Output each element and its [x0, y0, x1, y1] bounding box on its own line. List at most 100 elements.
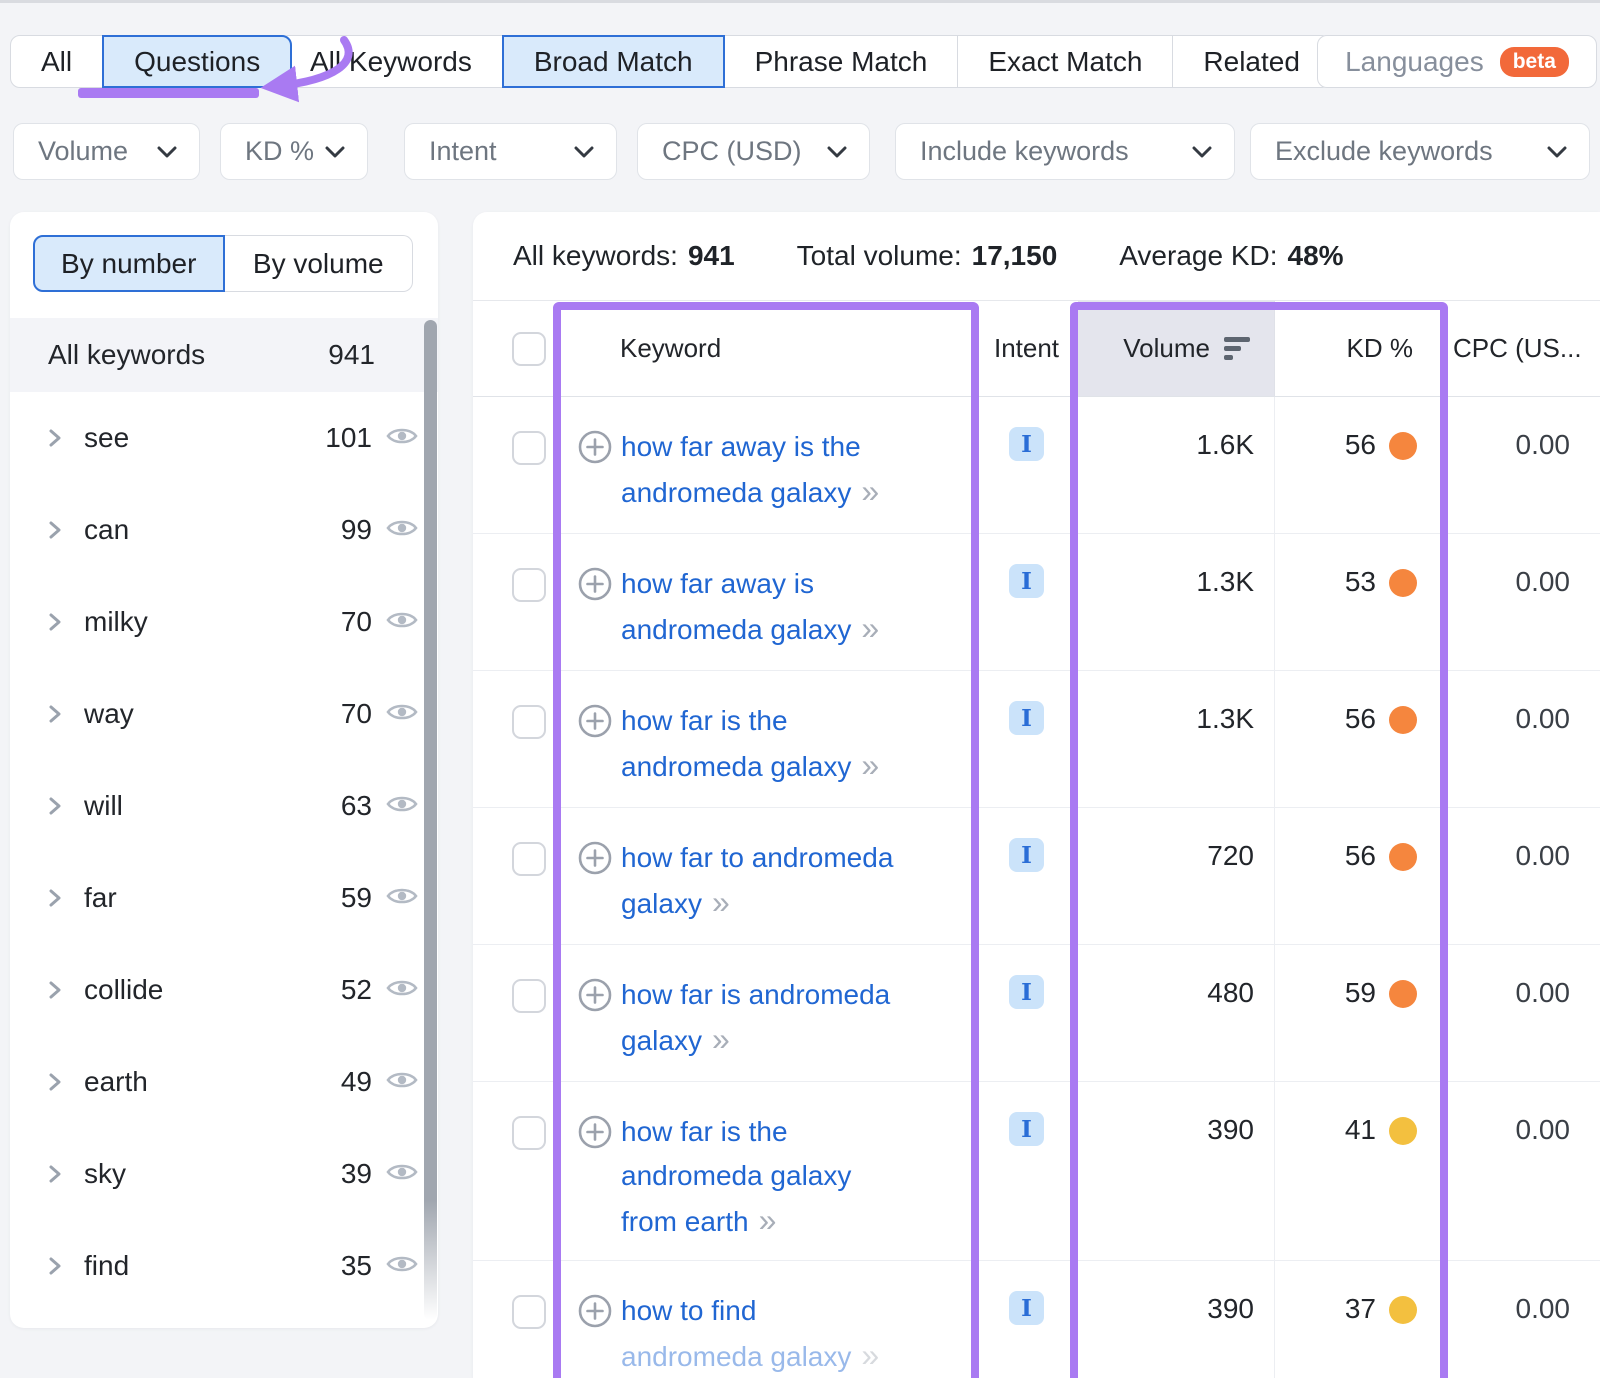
cpc-column-header[interactable]: CPC (US...	[1443, 301, 1600, 396]
filter-include-keywords[interactable]: Include keywords	[895, 123, 1235, 180]
keyword-text-line[interactable]: how far to andromeda	[621, 836, 893, 880]
expand-chevron-icon[interactable]	[48, 796, 62, 816]
expand-chevron-icon[interactable]	[48, 980, 62, 1000]
keyword-group-item-milky[interactable]: milky 70	[10, 576, 438, 668]
row-checkbox[interactable]	[512, 1116, 546, 1150]
languages-button[interactable]: Languages beta	[1317, 35, 1597, 88]
keyword-text-line[interactable]: galaxy»	[621, 880, 893, 926]
row-checkbox[interactable]	[512, 979, 546, 1013]
add-keyword-icon[interactable]	[578, 430, 612, 469]
keyword-group-item-collide[interactable]: collide 52	[10, 944, 438, 1036]
keyword-expand-icon[interactable]: »	[712, 884, 727, 920]
eye-icon[interactable]	[386, 792, 418, 821]
filter-volume[interactable]: Volume	[13, 123, 200, 180]
tab-all[interactable]: All	[10, 35, 103, 88]
select-all-checkbox[interactable]	[512, 332, 546, 366]
group-count: 59	[341, 882, 372, 914]
eye-icon[interactable]	[386, 1252, 418, 1281]
add-keyword-icon[interactable]	[578, 1115, 612, 1154]
keyword-expand-icon[interactable]: »	[759, 1202, 774, 1238]
keyword-link[interactable]: how far is andromedagalaxy»	[621, 973, 890, 1063]
add-keyword-icon[interactable]	[578, 1294, 612, 1333]
row-checkbox[interactable]	[512, 431, 546, 465]
keyword-text-line[interactable]: how far is andromeda	[621, 973, 890, 1017]
filter-kd[interactable]: KD %	[220, 123, 368, 180]
keyword-text-line[interactable]: andromeda galaxy»	[621, 469, 876, 515]
sidebar-scrollbar[interactable]	[424, 320, 437, 1320]
add-keyword-icon[interactable]	[578, 978, 612, 1017]
expand-chevron-icon[interactable]	[48, 888, 62, 908]
kd-column-header[interactable]: KD %	[1275, 301, 1443, 396]
filter-cpc-usd[interactable]: CPC (USD)	[637, 123, 870, 180]
keyword-text-line[interactable]: how far is the	[621, 1110, 851, 1154]
expand-chevron-icon[interactable]	[48, 520, 62, 540]
keyword-group-item-way[interactable]: way 70	[10, 668, 438, 760]
keyword-expand-icon[interactable]: »	[861, 610, 876, 646]
keyword-text-line[interactable]: how far is the	[621, 699, 876, 743]
keyword-expand-icon[interactable]: »	[861, 473, 876, 509]
row-checkbox[interactable]	[512, 842, 546, 876]
tab-phrase-match[interactable]: Phrase Match	[724, 35, 959, 88]
keyword-link[interactable]: how far away isandromeda galaxy»	[621, 562, 876, 652]
add-keyword-icon[interactable]	[578, 567, 612, 606]
row-checkbox[interactable]	[512, 1295, 546, 1329]
keyword-link[interactable]: how far away is theandromeda galaxy»	[621, 425, 876, 515]
group-count: 70	[341, 698, 372, 730]
row-checkbox[interactable]	[512, 705, 546, 739]
add-keyword-icon[interactable]	[578, 841, 612, 880]
expand-chevron-icon[interactable]	[48, 428, 62, 448]
filter-exclude-keywords[interactable]: Exclude keywords	[1250, 123, 1590, 180]
keyword-link[interactable]: how far is theandromeda galaxy»	[621, 699, 876, 789]
keyword-group-item-will[interactable]: will 63	[10, 760, 438, 852]
keyword-text-line[interactable]: how far away is the	[621, 425, 876, 469]
keyword-text-line[interactable]: andromeda galaxy»	[621, 743, 876, 789]
eye-icon[interactable]	[386, 700, 418, 729]
tab-related[interactable]: Related	[1172, 35, 1331, 88]
informational-intent-badge: I	[1009, 1112, 1044, 1146]
expand-chevron-icon[interactable]	[48, 1256, 62, 1276]
eye-icon[interactable]	[386, 608, 418, 637]
keyword-text-line[interactable]: how far away is	[621, 562, 876, 606]
keyword-table-row: how far is theandromeda galaxyfrom earth…	[473, 1082, 1600, 1261]
keyword-link[interactable]: how to findandromeda galaxy»	[621, 1289, 876, 1378]
keyword-expand-icon[interactable]: »	[712, 1021, 727, 1057]
eye-icon[interactable]	[386, 516, 418, 545]
expand-chevron-icon[interactable]	[48, 1164, 62, 1184]
by-number-toggle[interactable]: By number	[33, 235, 225, 292]
keyword-text-line[interactable]: from earth»	[621, 1198, 851, 1244]
keyword-group-item-see[interactable]: see 101	[10, 392, 438, 484]
group-count: 70	[341, 606, 372, 638]
keyword-group-item-can[interactable]: can 99	[10, 484, 438, 576]
keyword-text-line[interactable]: andromeda galaxy»	[621, 606, 876, 652]
kd-cell: 53	[1275, 534, 1443, 670]
keyword-expand-icon[interactable]: »	[861, 1337, 876, 1373]
keyword-link[interactable]: how far is theandromeda galaxyfrom earth…	[621, 1110, 851, 1244]
keyword-link[interactable]: how far to andromedagalaxy»	[621, 836, 893, 926]
eye-icon[interactable]	[386, 424, 418, 453]
keyword-text-line[interactable]: andromeda galaxy»	[621, 1333, 876, 1378]
eye-icon[interactable]	[386, 1068, 418, 1097]
all-keywords-group-row[interactable]: All keywords 941	[10, 318, 438, 392]
keyword-group-item-far[interactable]: far 59	[10, 852, 438, 944]
keyword-group-item-find[interactable]: find 35	[10, 1220, 438, 1312]
eye-icon[interactable]	[386, 884, 418, 913]
keyword-group-item-earth[interactable]: earth 49	[10, 1036, 438, 1128]
tab-exact-match[interactable]: Exact Match	[957, 35, 1173, 88]
by-volume-toggle[interactable]: By volume	[225, 235, 414, 292]
expand-chevron-icon[interactable]	[48, 704, 62, 724]
keyword-magic-tool-page: AllQuestions All KeywordsBroad MatchPhra…	[0, 0, 1600, 1378]
expand-chevron-icon[interactable]	[48, 1072, 62, 1092]
keyword-text-line[interactable]: galaxy»	[621, 1017, 890, 1063]
keyword-text-line[interactable]: andromeda galaxy	[621, 1154, 851, 1198]
volume-column-header[interactable]: Volume	[1078, 301, 1275, 396]
row-checkbox[interactable]	[512, 568, 546, 602]
filter-intent[interactable]: Intent	[404, 123, 617, 180]
add-keyword-icon[interactable]	[578, 704, 612, 743]
eye-icon[interactable]	[386, 1160, 418, 1189]
keyword-group-item-sky[interactable]: sky 39	[10, 1128, 438, 1220]
expand-chevron-icon[interactable]	[48, 612, 62, 632]
keyword-expand-icon[interactable]: »	[861, 747, 876, 783]
eye-icon[interactable]	[386, 976, 418, 1005]
keyword-text-line[interactable]: how to find	[621, 1289, 876, 1333]
tab-broad-match[interactable]: Broad Match	[502, 35, 725, 88]
